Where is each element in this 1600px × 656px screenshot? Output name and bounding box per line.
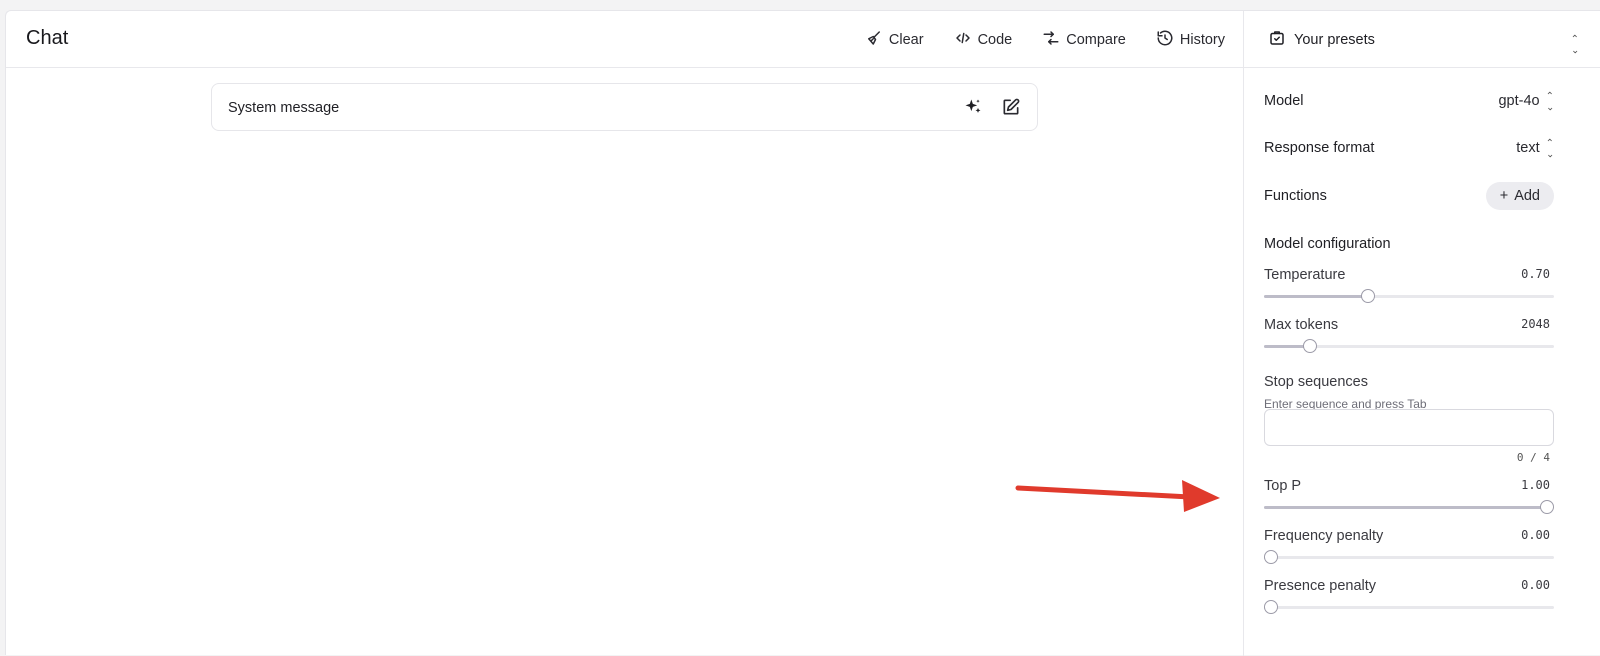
temperature-label: Temperature bbox=[1264, 267, 1346, 283]
model-value: gpt-4o bbox=[1498, 93, 1540, 109]
system-message-actions bbox=[963, 97, 1021, 122]
settings-panel: Your presets ⌃ ⌃ Model gpt-4o ⌃ ⌃ Response… bbox=[1244, 11, 1600, 656]
presence-penalty-value: 0.00 bbox=[1521, 578, 1550, 592]
stop-sequences-count: 0 / 4 bbox=[1516, 451, 1550, 464]
functions-row: Functions + Add bbox=[1264, 182, 1554, 210]
response-format-select[interactable]: text ⌃ ⌃ bbox=[1516, 138, 1554, 159]
temperature-value: 0.70 bbox=[1521, 267, 1550, 281]
sparkle-icon[interactable] bbox=[963, 97, 983, 122]
history-icon bbox=[1156, 29, 1174, 51]
clear-label: Clear bbox=[888, 32, 924, 48]
code-button[interactable]: Code bbox=[954, 29, 1013, 51]
compare-icon bbox=[1042, 29, 1060, 51]
slider-fill bbox=[1264, 506, 1547, 509]
add-function-label: Add bbox=[1514, 188, 1540, 204]
top-p-value: 1.00 bbox=[1521, 478, 1550, 492]
functions-label: Functions bbox=[1264, 188, 1327, 204]
compare-button[interactable]: Compare bbox=[1042, 29, 1126, 51]
slider-thumb[interactable] bbox=[1360, 289, 1375, 303]
frequency-penalty-slider[interactable]: Frequency penalty 0.00 bbox=[1264, 528, 1554, 564]
top-p-slider[interactable]: Top P 1.00 bbox=[1264, 478, 1554, 514]
presence-penalty-slider[interactable]: Presence penalty 0.00 bbox=[1264, 578, 1554, 614]
playground-app: Chat Clear Code Compare History System m… bbox=[5, 10, 1600, 656]
slider-thumb[interactable] bbox=[1302, 339, 1317, 353]
slider-track[interactable] bbox=[1264, 550, 1554, 564]
system-message-card[interactable]: System message bbox=[211, 83, 1038, 131]
stop-sequences-input[interactable] bbox=[1264, 409, 1554, 446]
top-p-label: Top P bbox=[1264, 478, 1302, 494]
history-label: History bbox=[1179, 32, 1225, 48]
system-message-label: System message bbox=[228, 100, 340, 116]
slider-track[interactable] bbox=[1264, 289, 1554, 303]
code-icon bbox=[954, 29, 972, 51]
response-format-label: Response format bbox=[1264, 140, 1375, 156]
stop-sequences-label: Stop sequences bbox=[1264, 374, 1368, 390]
model-select[interactable]: gpt-4o ⌃ ⌃ bbox=[1498, 91, 1554, 112]
chat-header: Chat Clear Code Compare History bbox=[6, 11, 1243, 68]
slider-track[interactable] bbox=[1264, 600, 1554, 614]
code-label: Code bbox=[977, 32, 1013, 48]
slider-thumb[interactable] bbox=[1264, 550, 1278, 564]
page-title: Chat bbox=[26, 27, 69, 49]
model-configuration-title: Model configuration bbox=[1264, 236, 1391, 252]
history-button[interactable]: History bbox=[1156, 29, 1225, 51]
slider-track[interactable] bbox=[1264, 339, 1554, 353]
max-tokens-value: 2048 bbox=[1521, 317, 1550, 331]
presence-penalty-label: Presence penalty bbox=[1264, 578, 1377, 594]
response-format-row: Response format text ⌃ ⌃ bbox=[1264, 138, 1554, 159]
slider-track[interactable] bbox=[1264, 500, 1554, 514]
edit-icon[interactable] bbox=[1001, 97, 1021, 122]
plus-icon: + bbox=[1499, 188, 1509, 204]
toolbar: Clear Code Compare History bbox=[865, 29, 1225, 51]
broom-icon bbox=[865, 29, 883, 51]
max-tokens-label: Max tokens bbox=[1264, 317, 1339, 333]
frequency-penalty-label: Frequency penalty bbox=[1264, 528, 1384, 544]
slider-thumb[interactable] bbox=[1264, 600, 1278, 614]
add-function-button[interactable]: + Add bbox=[1485, 182, 1554, 210]
model-row: Model gpt-4o ⌃ ⌃ bbox=[1264, 91, 1554, 112]
model-label: Model bbox=[1264, 93, 1304, 109]
slider-fill bbox=[1264, 295, 1368, 298]
frequency-penalty-value: 0.00 bbox=[1521, 528, 1550, 542]
annotation-arrow bbox=[1015, 480, 1220, 512]
temperature-slider[interactable]: Temperature 0.70 bbox=[1264, 267, 1554, 303]
updown-chevron-icon: ⌃ ⌃ bbox=[1545, 91, 1554, 112]
max-tokens-slider[interactable]: Max tokens 2048 bbox=[1264, 317, 1554, 353]
presets-icon bbox=[1268, 29, 1286, 51]
updown-chevron-icon: ⌃ ⌃ bbox=[1545, 138, 1554, 159]
presets-button[interactable]: Your presets bbox=[1268, 29, 1375, 51]
response-format-value: text bbox=[1516, 140, 1540, 156]
updown-chevron-icon[interactable]: ⌃ ⌃ bbox=[1571, 31, 1579, 55]
presets-bar[interactable]: Your presets ⌃ ⌃ bbox=[1244, 11, 1600, 68]
presets-label: Your presets bbox=[1294, 32, 1375, 48]
clear-button[interactable]: Clear bbox=[865, 29, 924, 51]
compare-label: Compare bbox=[1066, 32, 1126, 48]
slider-thumb[interactable] bbox=[1540, 500, 1554, 514]
